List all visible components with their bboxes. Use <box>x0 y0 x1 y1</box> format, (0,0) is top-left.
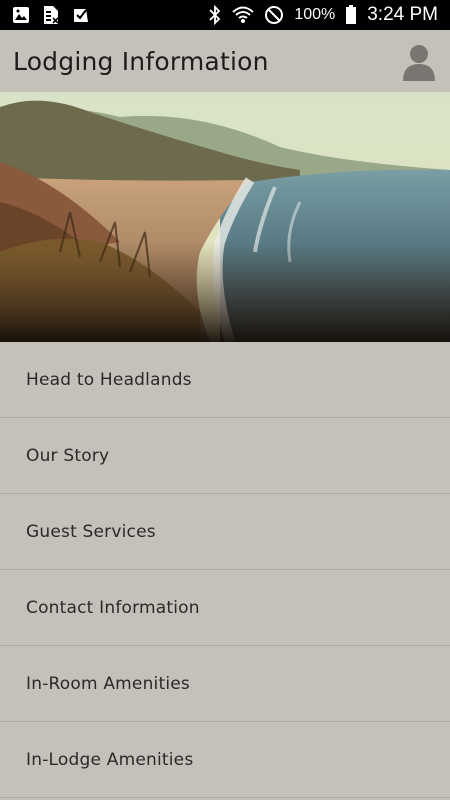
status-left-icons <box>12 5 90 25</box>
wifi-icon <box>232 5 254 25</box>
status-right-icons: 100% 3:24 PM <box>208 4 438 26</box>
menu-item-in-lodge-amenities[interactable]: In-Lodge Amenities <box>0 722 450 798</box>
menu-item-label: In-Lodge Amenities <box>26 749 194 770</box>
menu-item-label: Head to Headlands <box>26 369 192 390</box>
menu-item-guest-services[interactable]: Guest Services <box>0 494 450 570</box>
menu-item-contact-information[interactable]: Contact Information <box>0 570 450 646</box>
bluetooth-icon <box>208 5 222 25</box>
menu-item-label: Contact Information <box>26 597 200 618</box>
menu-item-our-story[interactable]: Our Story <box>0 418 450 494</box>
check-icon <box>72 6 90 24</box>
gallery-icon <box>12 6 30 24</box>
page-title: Lodging Information <box>13 46 269 76</box>
menu-item-label: Our Story <box>26 445 110 466</box>
menu-item-label: Guest Services <box>26 521 156 542</box>
status-bar: 100% 3:24 PM <box>0 0 450 30</box>
menu-list: Head to Headlands Our Story Guest Servic… <box>0 342 450 800</box>
person-icon[interactable] <box>401 41 437 81</box>
do-not-disturb-icon <box>264 5 284 25</box>
menu-item-label: In-Room Amenities <box>26 673 190 694</box>
app-header: Lodging Information <box>0 30 450 92</box>
coastal-landscape-image <box>0 92 450 342</box>
menu-item-head-to-headlands[interactable]: Head to Headlands <box>0 342 450 418</box>
menu-item-in-room-amenities[interactable]: In-Room Amenities <box>0 646 450 722</box>
battery-icon <box>345 5 357 25</box>
battery-percentage: 100% <box>294 6 336 23</box>
status-time: 3:24 PM <box>367 4 438 25</box>
document-icon <box>42 5 60 25</box>
